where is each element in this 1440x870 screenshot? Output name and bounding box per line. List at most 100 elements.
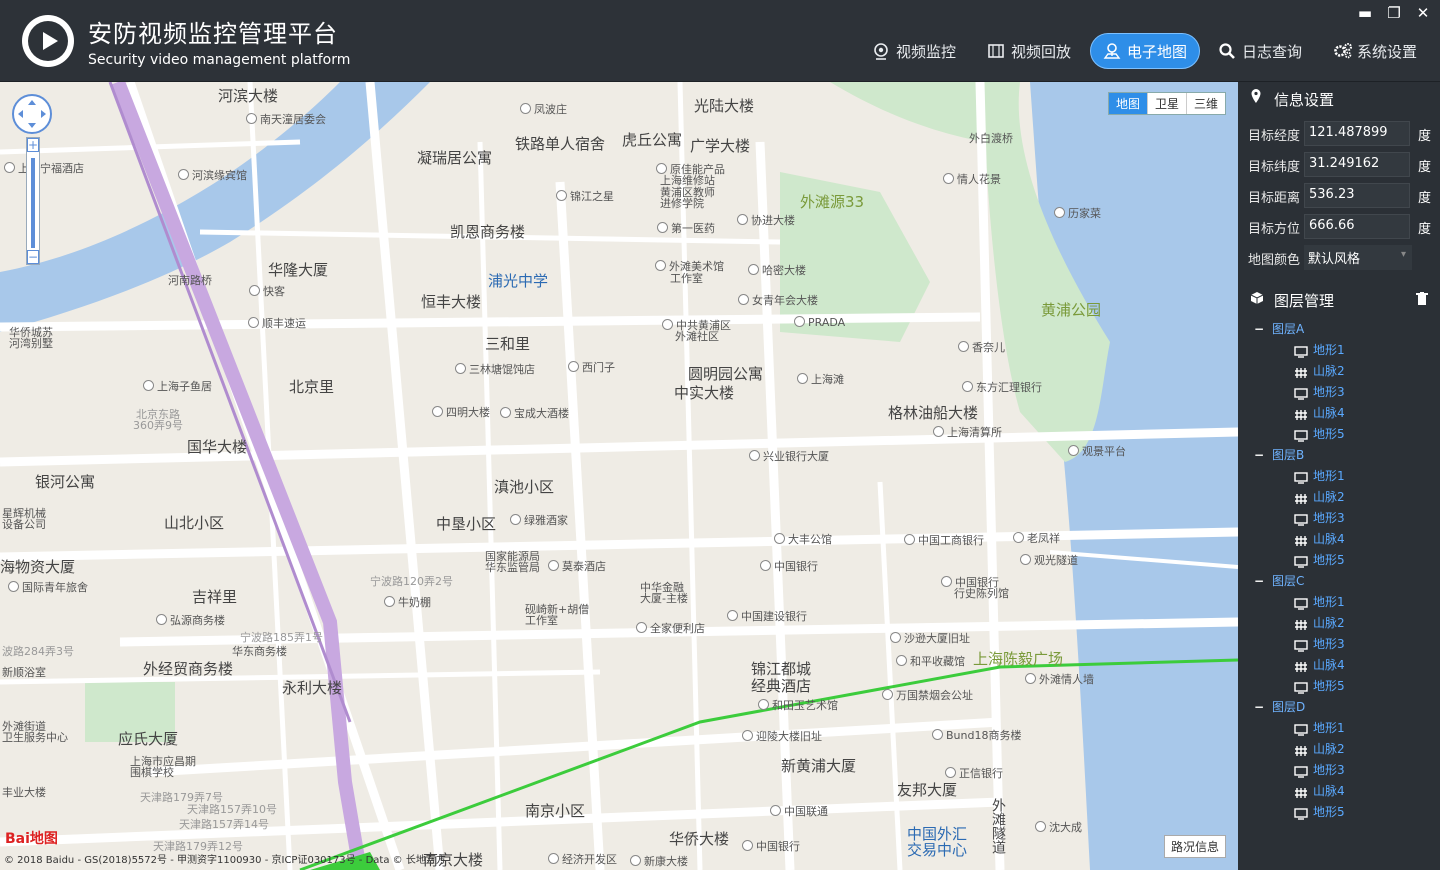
map-poi[interactable]: 围棋学校	[130, 764, 174, 780]
map-poi[interactable]: 沈大成	[1035, 819, 1082, 835]
map-poi[interactable]: 上海清算所	[933, 424, 1002, 440]
layer-group[interactable]: − 图层C	[1238, 571, 1440, 592]
latitude-field[interactable]: 31.249162	[1304, 152, 1410, 177]
layer-item[interactable]: 地形5	[1238, 676, 1440, 697]
layer-group[interactable]: − 图层D	[1238, 697, 1440, 718]
map-poi[interactable]: 香奈儿	[958, 339, 1005, 355]
map-poi[interactable]: 和田玉艺术馆	[758, 697, 838, 713]
layer-item[interactable]: 山脉4	[1238, 781, 1440, 802]
layer-item[interactable]: 地形3	[1238, 508, 1440, 529]
map-poi[interactable]: 天津路157弄14号	[179, 816, 269, 832]
map-poi[interactable]: 莫泰酒店	[548, 558, 606, 574]
map-poi[interactable]: 工作室	[525, 612, 558, 628]
close-button[interactable]: ✕	[1414, 4, 1432, 22]
map-poi[interactable]: 上海滩	[797, 371, 844, 387]
map-poi[interactable]: 中国银行	[760, 558, 818, 574]
map-poi[interactable]: 东方汇理银行	[962, 379, 1042, 395]
map-poi[interactable]: 大丰公馆	[774, 531, 832, 547]
map-poi[interactable]: 华东监管局	[485, 559, 540, 575]
layer-item[interactable]: 地形5	[1238, 424, 1440, 445]
map-type-3d[interactable]: 三维	[1187, 93, 1225, 114]
map-poi[interactable]: 国际青年旅舍	[8, 579, 88, 595]
map-poi[interactable]: 协进大楼	[737, 212, 795, 228]
map-poi[interactable]: 历家菜	[1054, 205, 1101, 221]
minimize-button[interactable]: ▬	[1356, 4, 1374, 22]
map-poi[interactable]: 天津路157弄10号	[187, 801, 277, 817]
map-type-map[interactable]: 地图	[1108, 93, 1148, 114]
map-poi[interactable]: 卫生服务中心	[2, 729, 68, 745]
map-poi[interactable]: 和平收藏馆	[896, 653, 965, 669]
map-poi[interactable]: 中国建设银行	[727, 608, 807, 624]
layer-item[interactable]: 山脉4	[1238, 655, 1440, 676]
map-poi[interactable]: 观景平台	[1068, 443, 1126, 459]
map-poi[interactable]: 新康大楼	[630, 853, 688, 869]
layer-item[interactable]: 山脉2	[1238, 361, 1440, 382]
map-poi[interactable]: 牛奶棚	[384, 594, 431, 610]
map-poi[interactable]: 新顺浴室	[2, 664, 46, 680]
layer-item[interactable]: 山脉4	[1238, 403, 1440, 424]
map-poi[interactable]: 河滨缘宾馆	[178, 167, 247, 183]
layer-item[interactable]: 地形3	[1238, 382, 1440, 403]
layer-item[interactable]: 地形1	[1238, 466, 1440, 487]
map-poi[interactable]: 女青年会大楼	[738, 292, 818, 308]
map-poi[interactable]: 大厦-主楼	[640, 590, 688, 606]
zoom-out-button[interactable]: −	[27, 250, 39, 264]
map-poi[interactable]: 外白渡桥	[969, 130, 1013, 146]
map-poi[interactable]: 万国禁烟会公址	[882, 687, 973, 703]
zoom-in-button[interactable]: +	[27, 138, 39, 152]
map-poi[interactable]: 老凤祥	[1013, 530, 1060, 546]
map-poi[interactable]: 观光隧道	[1020, 552, 1078, 568]
map-poi[interactable]: Bund18商务楼	[932, 727, 1021, 743]
layer-item[interactable]: 地形1	[1238, 592, 1440, 613]
map-poi[interactable]: 四明大楼	[432, 404, 490, 420]
map-poi[interactable]: 360弄9号	[133, 417, 183, 433]
map-poi[interactable]: 波路284弄3号	[2, 643, 74, 659]
collapse-icon[interactable]: −	[1254, 697, 1264, 718]
layer-item[interactable]: 山脉4	[1238, 529, 1440, 550]
map-poi[interactable]: 沙逊大厦旧址	[890, 630, 970, 646]
map-poi[interactable]: 快客	[249, 283, 285, 299]
nav-video-monitor[interactable]: 视频监控	[860, 33, 968, 69]
map-color-select[interactable]: 默认风格 ▾	[1304, 245, 1412, 270]
map-poi[interactable]: 经济开发区	[548, 851, 617, 867]
trash-icon[interactable]	[1416, 283, 1428, 319]
layer-item[interactable]: 地形1	[1238, 340, 1440, 361]
map-poi[interactable]: 绿雅酒家	[510, 512, 568, 528]
nav-log-query[interactable]: 日志查询	[1206, 33, 1314, 69]
map-poi[interactable]: 丰业大楼	[2, 784, 46, 800]
layer-item[interactable]: 山脉2	[1238, 613, 1440, 634]
map-poi[interactable]: 三林塘馄饨店	[455, 361, 535, 377]
layer-group[interactable]: − 图层A	[1238, 319, 1440, 340]
map-poi[interactable]: 宁波路120弄2号	[370, 573, 453, 589]
layer-item[interactable]: 地形5	[1238, 550, 1440, 571]
map-poi[interactable]: 设备公司	[2, 516, 46, 532]
map-poi[interactable]: 中国银行	[742, 838, 800, 854]
bearing-field[interactable]: 666.66	[1304, 214, 1410, 239]
map-poi[interactable]: 上海子鱼居	[143, 378, 212, 394]
map-poi[interactable]: 河湾别墅	[9, 335, 53, 351]
map-poi[interactable]: 全家便利店	[636, 620, 705, 636]
distance-field[interactable]: 536.23	[1304, 183, 1410, 208]
map-poi[interactable]: 外滩情人墙	[1025, 671, 1094, 687]
collapse-icon[interactable]: −	[1254, 319, 1264, 340]
map-canvas[interactable]: 河滨大楼 光陆大楼 凝瑞居公寓 铁路单人宿舍 虎丘公寓 广学大楼 外滩源33 凯…	[0, 82, 1238, 870]
map-poi[interactable]: 迎陵大楼旧址	[742, 728, 822, 744]
layer-group[interactable]: − 图层B	[1238, 445, 1440, 466]
layer-item[interactable]: 地形5	[1238, 802, 1440, 823]
map-poi[interactable]: 工作室	[670, 270, 703, 286]
map-poi[interactable]: 哈密大楼	[748, 262, 806, 278]
layer-item[interactable]: 地形3	[1238, 634, 1440, 655]
nav-system-settings[interactable]: 系统设置	[1321, 33, 1429, 69]
map-poi[interactable]: 外滩社区	[675, 328, 719, 344]
map-poi[interactable]: 兴业银行大厦	[749, 448, 829, 464]
map-poi[interactable]: 南天潼居委会	[246, 111, 326, 127]
map-poi[interactable]: 河南路桥	[168, 272, 212, 288]
map-poi[interactable]: 宝成大酒楼	[500, 405, 569, 421]
nav-electronic-map[interactable]: 电子地图	[1090, 33, 1201, 69]
collapse-icon[interactable]: −	[1254, 445, 1264, 466]
layer-item[interactable]: 山脉2	[1238, 487, 1440, 508]
map-poi[interactable]: 弘源商务楼	[156, 612, 225, 628]
layer-item[interactable]: 山脉2	[1238, 739, 1440, 760]
layer-item[interactable]: 地形3	[1238, 760, 1440, 781]
nav-video-playback[interactable]: 视频回放	[975, 33, 1083, 69]
